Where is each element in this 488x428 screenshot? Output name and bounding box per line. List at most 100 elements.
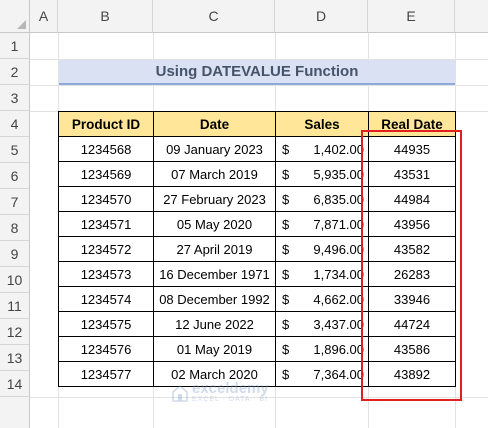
gridline (30, 397, 488, 398)
sales-amount: 1,734.00 (313, 267, 364, 282)
cell-sales[interactable]: $9,496.00 (275, 236, 369, 262)
table-row: 1234574 08 December 1992 $4,662.00 33946 (58, 286, 456, 312)
currency-symbol: $ (282, 142, 290, 157)
cell-date[interactable]: 05 May 2020 (153, 211, 276, 237)
cell-real-date[interactable]: 44984 (368, 186, 456, 212)
sales-amount: 9,496.00 (313, 242, 364, 257)
row-header-5[interactable]: 5 (0, 137, 30, 163)
cell-date[interactable]: 27 February 2023 (153, 186, 276, 212)
row-header-blank[interactable] (0, 397, 30, 428)
cell-sales[interactable]: $4,662.00 (275, 286, 369, 312)
cell-product-id[interactable]: 1234568 (58, 136, 154, 162)
row-header-9[interactable]: 9 (0, 241, 30, 267)
cell-product-id[interactable]: 1234569 (58, 161, 154, 187)
sales-amount: 1,896.00 (313, 342, 364, 357)
cell-sales[interactable]: $5,935.00 (275, 161, 369, 187)
cell-product-id[interactable]: 1234575 (58, 311, 154, 337)
cell-sales[interactable]: $6,835.00 (275, 186, 369, 212)
column-header-e[interactable]: E (368, 0, 455, 33)
header-sales[interactable]: Sales (275, 111, 369, 137)
currency-symbol: $ (282, 292, 290, 307)
cell-product-id[interactable]: 1234577 (58, 361, 154, 387)
select-all-triangle-icon (17, 20, 26, 29)
header-real-date[interactable]: Real Date (368, 111, 456, 137)
row-header-1[interactable]: 1 (0, 33, 30, 59)
cell-real-date[interactable]: 26283 (368, 261, 456, 287)
cell-product-id[interactable]: 1234571 (58, 211, 154, 237)
currency-symbol: $ (282, 242, 290, 257)
column-header-b[interactable]: B (58, 0, 153, 33)
cell-real-date[interactable]: 43956 (368, 211, 456, 237)
table-header-row: Product ID Date Sales Real Date (58, 111, 456, 137)
cell-real-date[interactable]: 43531 (368, 161, 456, 187)
cell-sales[interactable]: $3,437.00 (275, 311, 369, 337)
table-row: 1234572 27 April 2019 $9,496.00 43582 (58, 236, 456, 262)
select-all-corner[interactable] (0, 0, 30, 33)
row-header-10[interactable]: 10 (0, 267, 30, 293)
row-header-7[interactable]: 7 (0, 189, 30, 215)
cell-date[interactable]: 16 December 1971 (153, 261, 276, 287)
cell-date[interactable]: 09 January 2023 (153, 136, 276, 162)
data-table: Product ID Date Sales Real Date 1234568 … (58, 111, 456, 387)
cell-real-date[interactable]: 44935 (368, 136, 456, 162)
cell-product-id[interactable]: 1234576 (58, 336, 154, 362)
cell-sales[interactable]: $1,734.00 (275, 261, 369, 287)
column-header-blank[interactable] (455, 0, 488, 33)
sales-amount: 6,835.00 (313, 192, 364, 207)
sales-amount: 7,871.00 (313, 217, 364, 232)
cell-real-date[interactable]: 43582 (368, 236, 456, 262)
row-header-14[interactable]: 14 (0, 371, 30, 397)
header-product-id[interactable]: Product ID (58, 111, 154, 137)
cell-date[interactable]: 12 June 2022 (153, 311, 276, 337)
table-row: 1234576 01 May 2019 $1,896.00 43586 (58, 336, 456, 362)
sales-amount: 7,364.00 (313, 367, 364, 382)
cell-date[interactable]: 27 April 2019 (153, 236, 276, 262)
cell-sales[interactable]: $1,896.00 (275, 336, 369, 362)
sheet-title-cell[interactable]: Using DATEVALUE Function (59, 60, 455, 85)
header-date[interactable]: Date (153, 111, 276, 137)
cell-real-date[interactable]: 43892 (368, 361, 456, 387)
sales-amount: 1,402.00 (313, 142, 364, 157)
row-header-2[interactable]: 2 (0, 59, 30, 85)
cell-product-id[interactable]: 1234573 (58, 261, 154, 287)
row-header-11[interactable]: 11 (0, 293, 30, 319)
column-header-c[interactable]: C (153, 0, 275, 33)
sales-amount: 4,662.00 (313, 292, 364, 307)
table-row: 1234577 02 March 2020 $7,364.00 43892 (58, 361, 456, 387)
currency-symbol: $ (282, 367, 290, 382)
row-header-12[interactable]: 12 (0, 319, 30, 345)
column-header-a[interactable]: A (30, 0, 58, 33)
cell-product-id[interactable]: 1234570 (58, 186, 154, 212)
cell-date[interactable]: 01 May 2019 (153, 336, 276, 362)
table-row: 1234575 12 June 2022 $3,437.00 44724 (58, 311, 456, 337)
cell-product-id[interactable]: 1234574 (58, 286, 154, 312)
currency-symbol: $ (282, 317, 290, 332)
row-header-6[interactable]: 6 (0, 163, 30, 189)
cell-product-id[interactable]: 1234572 (58, 236, 154, 262)
sales-amount: 3,437.00 (313, 317, 364, 332)
table-row: 1234568 09 January 2023 $1,402.00 44935 (58, 136, 456, 162)
row-header-3[interactable]: 3 (0, 85, 30, 111)
cell-date[interactable]: 08 December 1992 (153, 286, 276, 312)
column-header-d[interactable]: D (275, 0, 368, 33)
row-header-4[interactable]: 4 (0, 111, 30, 137)
cell-date[interactable]: 07 March 2019 (153, 161, 276, 187)
cell-sales[interactable]: $7,871.00 (275, 211, 369, 237)
currency-symbol: $ (282, 167, 290, 182)
currency-symbol: $ (282, 192, 290, 207)
cell-real-date[interactable]: 43586 (368, 336, 456, 362)
cell-real-date[interactable]: 33946 (368, 286, 456, 312)
table-row: 1234569 07 March 2019 $5,935.00 43531 (58, 161, 456, 187)
cell-sales[interactable]: $1,402.00 (275, 136, 369, 162)
currency-symbol: $ (282, 217, 290, 232)
cell-date[interactable]: 02 March 2020 (153, 361, 276, 387)
cell-real-date[interactable]: 44724 (368, 311, 456, 337)
row-header-13[interactable]: 13 (0, 345, 30, 371)
cell-sales[interactable]: $7,364.00 (275, 361, 369, 387)
gridline (30, 85, 488, 86)
currency-symbol: $ (282, 267, 290, 282)
table-row: 1234571 05 May 2020 $7,871.00 43956 (58, 211, 456, 237)
currency-symbol: $ (282, 342, 290, 357)
table-row: 1234570 27 February 2023 $6,835.00 44984 (58, 186, 456, 212)
row-header-8[interactable]: 8 (0, 215, 30, 241)
